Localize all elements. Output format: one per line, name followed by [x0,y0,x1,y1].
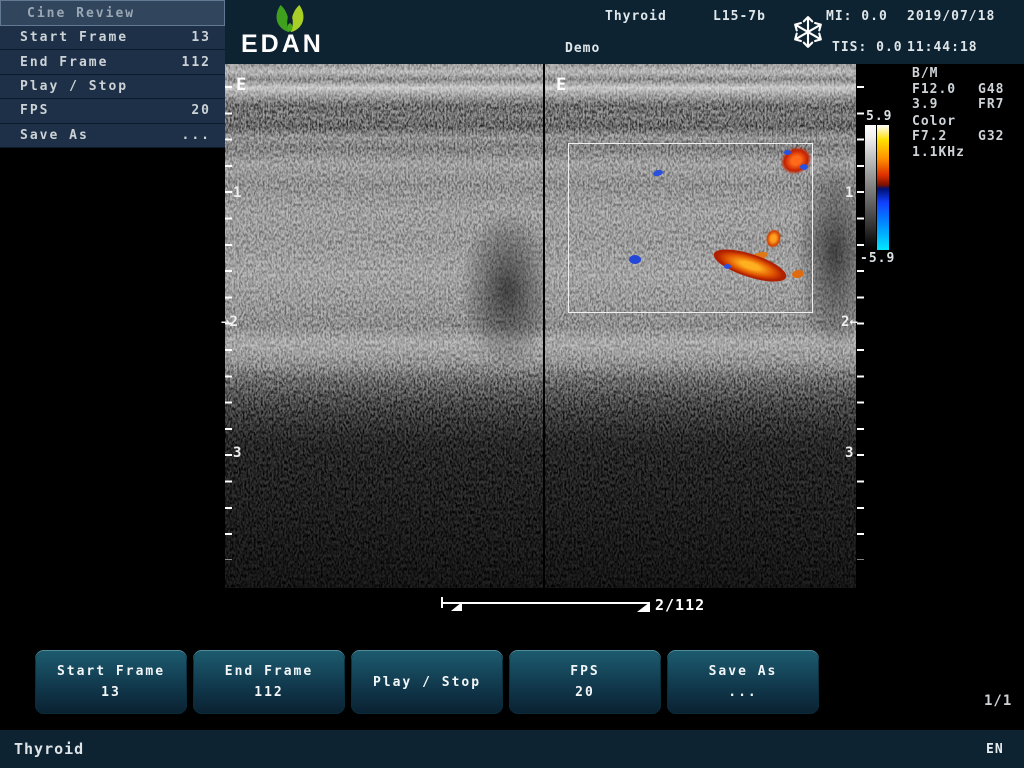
focus-arrow-icon: ← [849,314,857,330]
cine-review-menu: Cine Review Start Frame 13 End Frame 112 P… [0,0,225,148]
language-indicator[interactable]: EN [986,742,1004,757]
softkey-value: 112 [254,685,283,700]
date-display: 2019/07/18 [907,9,995,24]
save-as-button[interactable]: Save As... [667,650,819,714]
color-mode-label: Color [912,114,956,129]
softkey-page-indicator: 1/1 [984,693,1012,709]
cine-position-label: 2/112 [655,596,705,614]
brand-wordmark: EDAN [241,30,324,59]
velocity-scale-min: -5.9 [860,251,895,266]
softkey-value: ... [728,685,757,700]
cine-progress-bar[interactable] [442,602,650,604]
b-mode-frame-rate: FR7 [978,97,1004,112]
doppler-flow-blue [724,264,731,269]
menu-title: Cine Review [0,0,225,26]
doppler-flow-blue [784,150,791,155]
right-depth-ruler [857,86,864,560]
grayscale-bar [865,125,876,250]
doppler-color-bar [877,125,889,250]
menu-item-value: 112 [182,55,211,70]
doppler-flow-blue [800,164,808,170]
left-focus-marker: →2 [221,314,238,330]
color-gain: G32 [978,129,1004,144]
top-info-bar: EDAN Thyroid Demo L15-7b MI: 0.0 TIS: 0.… [225,0,1024,64]
tis-value: TIS: 0.0 [832,40,903,55]
cine-current-frame-marker[interactable] [451,602,462,611]
menu-item-value: 20 [191,103,211,118]
end-frame-button[interactable]: End Frame 112 [193,650,345,714]
menu-item-play-stop[interactable]: Play / Stop [0,75,225,99]
softkey-label: End Frame [225,664,313,679]
color-roi-box[interactable] [568,143,813,313]
color-frequency: F7.2 [912,129,947,144]
menu-item-label: Play / Stop [20,79,128,94]
orientation-marker: E [236,75,246,95]
patient-name: Demo [565,41,600,56]
status-exam-type: Thyroid [14,740,84,758]
softkey-label: Play / Stop [373,675,481,690]
softkey-label: FPS [570,664,599,679]
menu-item-value: 13 [191,30,211,45]
b-mode-frequency: F12.0 [912,82,956,97]
b-mode-image: E [225,64,543,588]
menu-title-label: Cine Review [27,6,135,21]
menu-item-start-frame[interactable]: Start Frame 13 [0,26,225,50]
softkey-label: Start Frame [57,664,165,679]
menu-item-label: End Frame [20,55,108,70]
depth-label-2: 2 [229,314,237,330]
menu-item-label: FPS [20,103,49,118]
time-display: 11:44:18 [907,40,978,55]
menu-item-fps[interactable]: FPS 20 [0,99,225,123]
probe-model: L15-7b [713,9,766,24]
depth-label-3: 3 [845,445,853,461]
cine-end-marker[interactable] [637,602,650,612]
status-bar: Thyroid EN [0,730,1024,768]
depth-label-1: 1 [845,185,853,201]
depth-label-1: 1 [233,185,241,201]
depth-label-3: 3 [233,445,241,461]
start-frame-button[interactable]: Start Frame 13 [35,650,187,714]
b-mode-label: B/M [912,66,938,81]
softkey-value: 20 [575,685,595,700]
ultrasound-screen: EDAN Thyroid Demo L15-7b MI: 0.0 TIS: 0.… [0,0,1024,768]
menu-item-label: Start Frame [20,30,128,45]
b-mode-depth: 3.9 [912,97,938,112]
softkey-value: 13 [101,685,121,700]
b-mode-gain: G48 [978,82,1004,97]
menu-item-value: ... [182,128,211,143]
exam-type-label: Thyroid [605,9,667,24]
color-prf: 1.1KHz [912,145,965,160]
doppler-flow-blue [629,255,641,264]
softkey-label: Save As [709,664,778,679]
snowflake-freeze-icon [790,14,826,50]
velocity-scale-max: 5.9 [866,109,892,124]
menu-item-save-as[interactable]: Save As... [0,124,225,148]
menu-item-end-frame[interactable]: End Frame 112 [0,50,225,74]
play-stop-button[interactable]: Play / Stop [351,650,503,714]
fps-button[interactable]: FPS 20 [509,650,661,714]
right-focus-marker: 2← [841,314,858,330]
menu-item-label: Save As [20,128,89,143]
mi-value: MI: 0.0 [826,9,888,24]
orientation-marker: E [556,75,566,95]
